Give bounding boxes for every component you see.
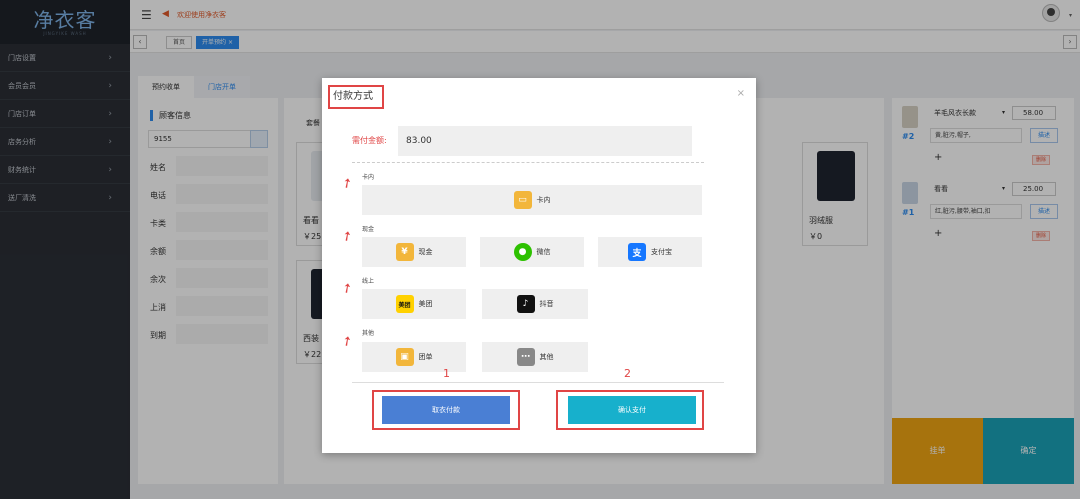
pay-card-button[interactable]: ▭ 卡内 [362,185,702,215]
pay-button-label: 其他 [539,353,554,361]
category-other-label: 其他 [362,330,375,337]
pay-cash-button[interactable]: ¥ 现金 [362,237,466,267]
pay-meituan-button[interactable]: 美团 美团 [362,289,466,319]
payment-modal: 付款方式 × 需付金额: 83.00 ➚ 卡内 ▭ 卡内 ➚ 现金 ¥ 现金 ●… [322,78,756,453]
pay-button-label: 团单 [418,353,433,361]
step-number-1: 1 [443,367,450,380]
modal-title: 付款方式 [328,85,384,109]
divider [352,162,704,163]
annotation-arrow-icon: ➚ [338,227,357,246]
category-card-label: 卡内 [362,174,375,181]
card-icon: ▭ [513,191,532,209]
amount-due-value: 83.00 [398,126,692,156]
pay-button-label: 支付宝 [651,248,672,256]
pay-button-label: 美团 [418,300,433,308]
pay-button-label: 抖音 [539,300,554,308]
more-icon: ⋯ [516,348,535,366]
annotation-arrow-icon: ➚ [338,174,357,193]
divider [352,382,724,383]
douyin-icon: ♪ [516,295,535,313]
close-icon[interactable]: × [737,88,745,99]
group-order-icon: ▣ [395,348,414,366]
yen-icon: ¥ [395,243,414,261]
category-online-label: 线上 [362,278,375,285]
alipay-icon: 支 [628,243,646,261]
pay-other-button[interactable]: ⋯ 其他 [482,342,588,372]
annotation-arrow-icon: ➚ [338,332,357,351]
category-cash-label: 现金 [362,226,375,233]
pay-wechat-button[interactable]: ● 微信 [480,237,584,267]
pay-button-label: 现金 [418,248,433,256]
amount-due-label: 需付金额: [352,136,387,145]
step-number-2: 2 [624,367,631,380]
meituan-icon: 美团 [395,295,414,313]
confirm-pay-button[interactable]: 确认支付 [568,396,696,424]
pay-alipay-button[interactable]: 支 支付宝 [598,237,702,267]
pay-douyin-button[interactable]: ♪ 抖音 [482,289,588,319]
wechat-icon: ● [513,243,532,261]
annotation-arrow-icon: ➚ [338,279,357,298]
pay-button-label: 卡内 [536,196,551,204]
pay-group-order-button[interactable]: ▣ 团单 [362,342,466,372]
pay-button-label: 微信 [536,248,551,256]
cancel-pay-button[interactable]: 取衣付款 [382,396,510,424]
